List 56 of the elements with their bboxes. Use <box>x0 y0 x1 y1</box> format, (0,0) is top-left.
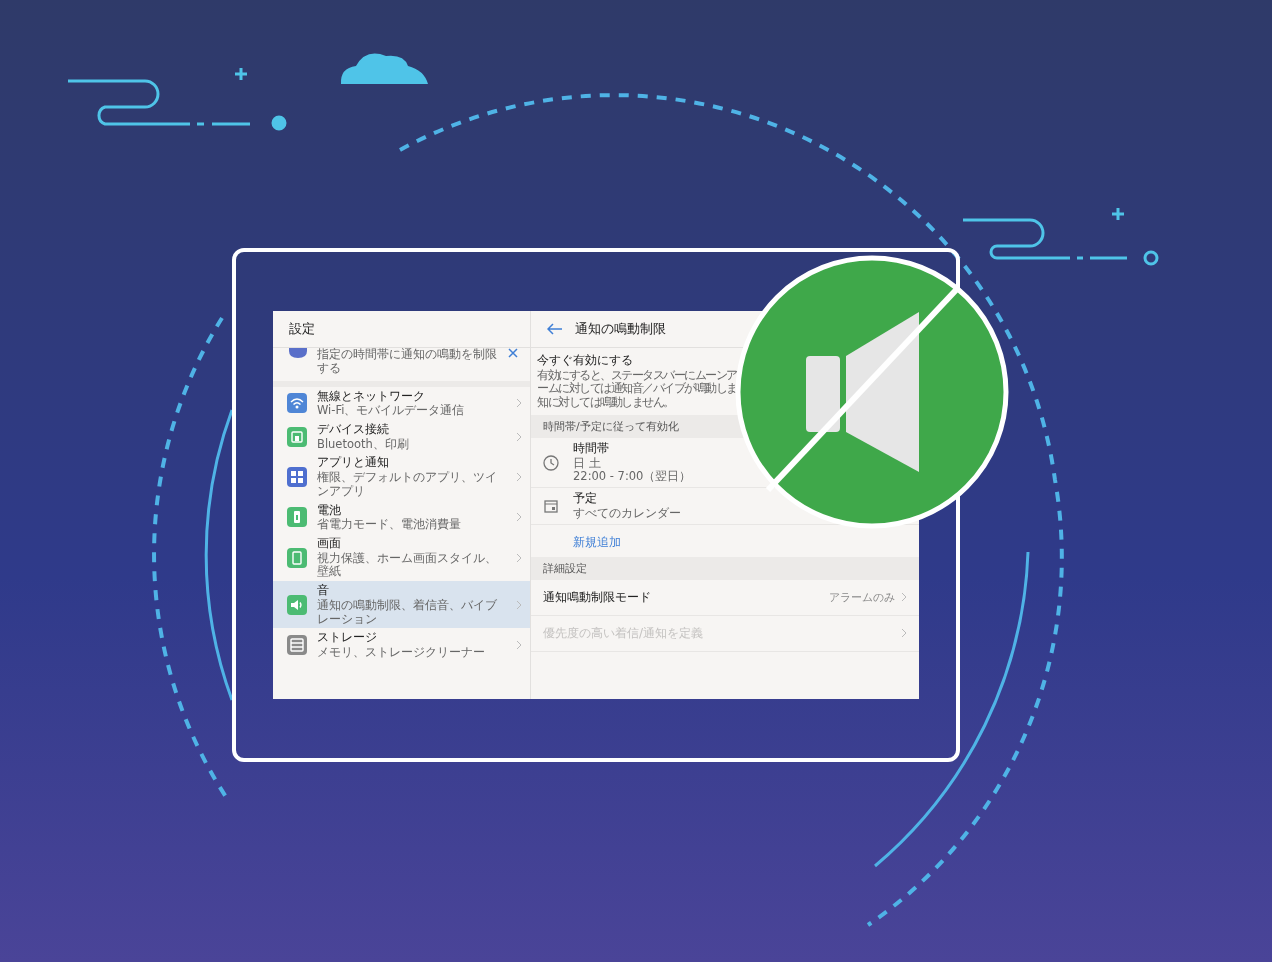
item-title: 電池 <box>317 502 342 518</box>
item-subtitle: Wi-Fi、モバイルデータ通信 <box>317 404 466 418</box>
back-arrow-icon[interactable] <box>547 323 563 335</box>
clock-icon <box>543 454 559 471</box>
schedule-title: 予定 <box>573 491 598 507</box>
close-icon[interactable] <box>508 348 518 358</box>
page-title: 通知の鳴動制限 <box>575 320 666 338</box>
schedule-title: 時間帯 <box>573 441 610 457</box>
chevron-icon <box>516 398 522 409</box>
settings-title: 設定 <box>289 320 315 338</box>
item-subtitle: 通知の鳴動制限、着信音、バイブレーション <box>317 598 498 627</box>
settings-item[interactable]: 音 通知の鳴動制限、着信音、バイブレーション <box>273 581 530 629</box>
setting-value: アラームのみ <box>829 589 895 605</box>
settings-item[interactable]: 画面 視力保護、ホーム画面スタイル、壁紙 <box>273 533 530 582</box>
item-title: 音 <box>317 583 330 599</box>
chevron-icon <box>901 592 907 603</box>
item-title: 画面 <box>317 535 342 552</box>
settings-item[interactable]: 電池 省電力モード、電池消費量 <box>273 500 530 534</box>
item-subtitle: 視力保護、ホーム画面スタイル、壁紙 <box>317 551 498 580</box>
item-title: デバイス接続 <box>317 422 390 438</box>
item-subtitle: Bluetooth、印刷 <box>317 437 410 452</box>
schedule-detail: 日 土 <box>573 456 602 471</box>
item-title: ストレージ <box>317 630 378 646</box>
settings-item[interactable]: デバイス接続 Bluetooth、印刷 <box>273 420 530 454</box>
description-line: ームに対しては通知音／バイブが鳴動しま <box>537 382 738 396</box>
description-line: 知に対しては鳴動しません。 <box>537 396 675 410</box>
chevron-icon <box>516 599 522 610</box>
section-header: 時間帯/予定に従って有効化 <box>543 420 679 433</box>
description-line: 有効にすると、ステータスバーにムーンア <box>537 368 738 382</box>
dnd-banner[interactable]: 指定の時間帯に通知の鳴動を制限する <box>273 348 530 387</box>
item-title: 無線とネットワーク <box>317 388 426 404</box>
schedule-item[interactable]: 予定 すべてのカレンダー <box>543 491 713 521</box>
settings-item[interactable]: 無線とネットワーク Wi-Fi、モバイルデータ通信 <box>273 386 530 420</box>
settings-item[interactable]: ストレージ メモリ、ストレージクリーナー <box>273 628 530 662</box>
chevron-icon <box>516 640 522 650</box>
settings-item[interactable]: アプリと通知 権限、デフォルトのアプリ、ツインアプリ <box>273 453 530 501</box>
item-subtitle: 権限、デフォルトのアプリ、ツインアプリ <box>317 470 498 499</box>
setting-row[interactable]: 通知鳴動制限モード アラームのみ <box>531 579 919 616</box>
cloud-icon <box>340 53 428 84</box>
schedule-detail: すべてのカレンダー <box>573 506 682 521</box>
chevron-icon <box>516 431 522 442</box>
section-header: 詳細設定 <box>543 561 587 575</box>
schedule-detail: 22:00 - 7:00（翌日） <box>573 470 693 485</box>
banner-text: 指定の時間帯に通知の鳴動を制限する <box>317 348 498 376</box>
item-subtitle: 省電力モード、電池消費量 <box>317 518 462 532</box>
item-title: アプリと通知 <box>317 455 390 471</box>
item-subtitle: メモリ、ストレージクリーナー <box>317 645 486 660</box>
chevron-icon <box>516 552 522 563</box>
option-title: 今すぐ有効にする <box>537 353 634 369</box>
add-link[interactable]: 新規追加 <box>573 534 621 549</box>
chevron-icon <box>516 471 522 482</box>
schedule-item[interactable]: 時間帯 日 土 22:00 - 7:00（翌日） <box>543 441 713 485</box>
chevron-icon <box>516 512 522 523</box>
setting-label: 通知鳴動制限モード <box>543 588 652 606</box>
chevron-icon <box>901 628 907 639</box>
calendar-icon <box>543 497 559 514</box>
